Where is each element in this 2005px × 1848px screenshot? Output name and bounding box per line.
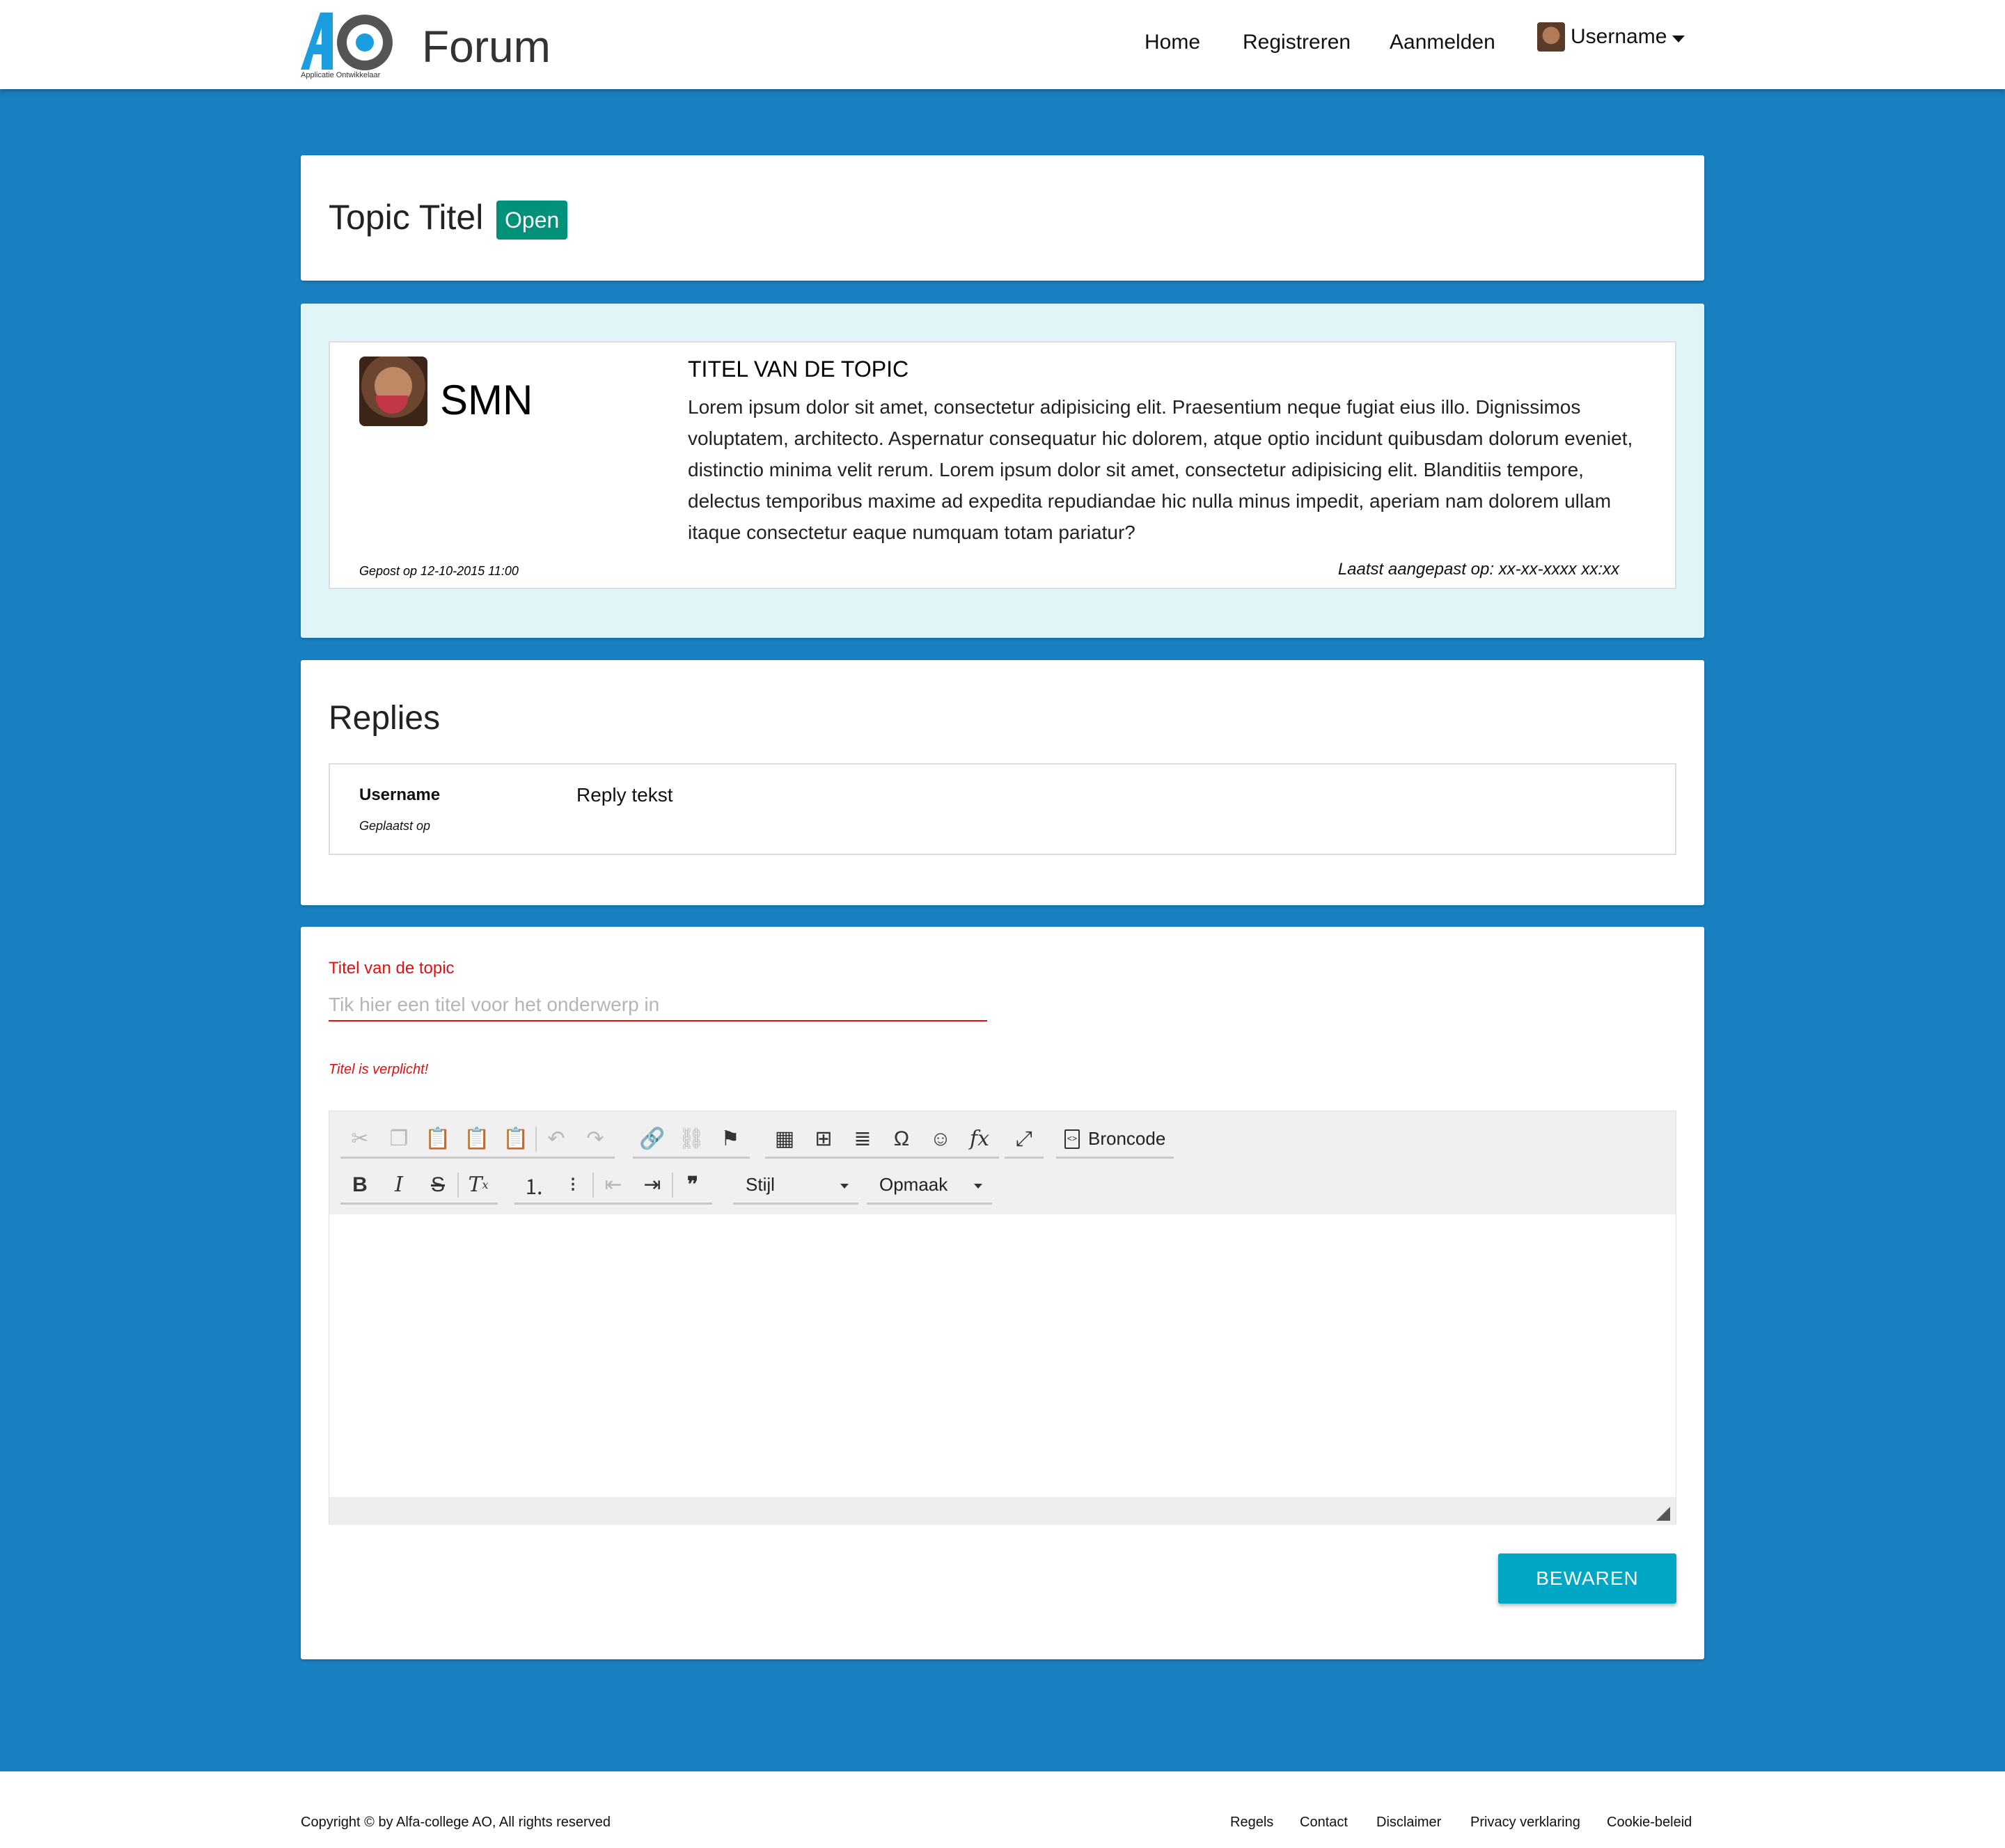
post-body: Lorem ipsum dolor sit amet, consectetur … <box>688 396 1633 543</box>
topic-title-card: Topic Titel Open <box>301 155 1704 281</box>
editor-statusbar <box>329 1497 1676 1525</box>
strike-icon[interactable]: S <box>418 1166 457 1204</box>
bold-icon[interactable]: B <box>340 1166 379 1204</box>
post-edited-date: Laatst aangepast op: xx-xx-xxxx xx:xx <box>1337 560 1619 579</box>
footer-link-disclaimer[interactable]: Disclaimer <box>1376 1815 1441 1831</box>
copyright-text: Copyright © by Alfa-college AO, All righ… <box>301 1815 611 1830</box>
smiley-icon[interactable]: ☺ <box>921 1120 960 1158</box>
editor-toolbar: ✂ ❐ 📋 📋 📋 ↶ ↷ 🔗 ⛓ ⚑ ▦ ⊞ ≣ Ω ☺ fx ⤢ <> Br… <box>329 1111 1676 1214</box>
table-icon[interactable]: ⊞ <box>804 1120 843 1158</box>
copy-icon[interactable]: ❐ <box>379 1120 418 1158</box>
footer-link-cookies[interactable]: Cookie-beleid <box>1607 1815 1692 1831</box>
replies-title: Replies <box>329 700 441 737</box>
source-icon: <> <box>1064 1129 1080 1149</box>
blockquote-icon[interactable]: ❞ <box>673 1166 712 1204</box>
top-navbar: Applicatie Ontwikkelaar Forum Home Regis… <box>0 0 2005 89</box>
user-menu-label: Username <box>1571 25 1667 48</box>
topic-title: Topic Titel <box>329 198 484 237</box>
footer: Copyright © by Alfa-college AO, All righ… <box>0 1771 2005 1848</box>
title-field-label: Titel van de topic <box>329 959 455 978</box>
user-avatar <box>1537 22 1565 52</box>
status-badge: Open <box>496 201 568 240</box>
post-heading: TITEL VAN DE TOPIC <box>688 357 909 382</box>
anchor-icon[interactable]: ⚑ <box>711 1120 750 1158</box>
style-select[interactable]: Stijl <box>733 1167 858 1205</box>
nav-home-link[interactable]: Home <box>1145 31 1200 54</box>
basic-style-group: B I S Tx <box>340 1167 498 1205</box>
post-date: Gepost op 12-10-2015 11:00 <box>359 564 519 578</box>
nav-register-link[interactable]: Registreren <box>1243 31 1351 54</box>
title-input[interactable] <box>329 989 987 1021</box>
link-icon[interactable]: 🔗 <box>633 1120 672 1158</box>
unlink-icon[interactable]: ⛓ <box>672 1120 711 1158</box>
footer-link-rules[interactable]: Regels <box>1230 1815 1273 1831</box>
reply-item: Username Geplaatst op Reply tekst <box>329 763 1676 855</box>
tools-group: ⤢ <box>1005 1121 1044 1159</box>
brand-title[interactable]: Forum <box>422 21 551 72</box>
nav-login-link[interactable]: Aanmelden <box>1390 31 1495 54</box>
chevron-down-icon <box>840 1184 849 1189</box>
save-button[interactable]: BEWAREN <box>1498 1553 1676 1604</box>
source-button[interactable]: <> Broncode <box>1056 1120 1174 1158</box>
redo-icon[interactable]: ↷ <box>576 1120 615 1158</box>
ao-logo[interactable]: Applicatie Ontwikkelaar <box>301 13 398 86</box>
source-group: <> Broncode <box>1056 1121 1174 1159</box>
maximize-icon[interactable]: ⤢ <box>1005 1120 1044 1158</box>
topic-post-card: SMN TITEL VAN DE TOPIC Lorem ipsum dolor… <box>301 304 1704 638</box>
replies-card: Replies Username Geplaatst op Reply teks… <box>301 660 1704 905</box>
special-char-icon[interactable]: Ω <box>882 1120 921 1158</box>
clipboard-group: ✂ ❐ 📋 📋 📋 ↶ ↷ <box>340 1121 615 1159</box>
user-menu-dropdown[interactable]: Username <box>1537 22 1685 52</box>
indent-icon[interactable]: ⇥ <box>633 1166 672 1204</box>
paste-word-icon[interactable]: 📋 <box>496 1120 535 1158</box>
reply-date: Geplaatst op <box>359 819 431 833</box>
numbered-list-icon[interactable]: ⒈ <box>514 1166 553 1204</box>
style-select-label: Stijl <box>746 1174 775 1195</box>
caret-down-icon <box>1672 36 1685 42</box>
footer-link-privacy[interactable]: Privacy verklaring <box>1470 1815 1580 1831</box>
avatar-mouth <box>376 396 408 414</box>
image-icon[interactable]: ▦ <box>765 1120 804 1158</box>
resize-handle-icon[interactable] <box>1656 1507 1670 1521</box>
link-group: 🔗 ⛓ ⚑ <box>633 1121 750 1159</box>
source-button-label: Broncode <box>1088 1128 1166 1149</box>
horizontal-line-icon[interactable]: ≣ <box>843 1120 882 1158</box>
rich-text-editor: ✂ ❐ 📋 📋 📋 ↶ ↷ 🔗 ⛓ ⚑ ▦ ⊞ ≣ Ω ☺ fx ⤢ <> Br… <box>329 1111 1676 1525</box>
author-avatar[interactable] <box>359 357 427 426</box>
logo-subtitle: Applicatie Ontwikkelaar <box>301 71 381 79</box>
paragraph-group: ⒈ ⁝ ⇤ ⇥ ❞ <box>514 1167 712 1205</box>
footer-link-contact[interactable]: Contact <box>1300 1815 1348 1831</box>
reply-username[interactable]: Username <box>359 785 440 805</box>
title-error-message: Titel is verplicht! <box>329 1062 429 1077</box>
format-select-label: Opmaak <box>879 1174 948 1195</box>
undo-icon[interactable]: ↶ <box>537 1120 576 1158</box>
ao-logo-icon <box>301 13 393 70</box>
italic-icon[interactable]: I <box>379 1166 418 1204</box>
chevron-down-icon <box>974 1184 982 1189</box>
outdent-icon[interactable]: ⇤ <box>594 1166 633 1204</box>
reply-text: Reply tekst <box>576 784 673 806</box>
paste-icon[interactable]: 📋 <box>418 1120 457 1158</box>
reply-form-card: Titel van de topic Titel is verplicht! ✂… <box>301 927 1704 1659</box>
cut-icon[interactable]: ✂ <box>340 1120 379 1158</box>
bulleted-list-icon[interactable]: ⁝ <box>553 1166 592 1204</box>
topic-post: SMN TITEL VAN DE TOPIC Lorem ipsum dolor… <box>329 341 1676 589</box>
paste-text-icon[interactable]: 📋 <box>457 1120 496 1158</box>
post-author[interactable]: SMN <box>440 376 533 424</box>
format-select[interactable]: Opmaak <box>867 1167 992 1205</box>
formula-icon[interactable]: fx <box>960 1120 999 1158</box>
insert-group: ▦ ⊞ ≣ Ω ☺ fx <box>765 1121 999 1159</box>
editor-content-area[interactable] <box>329 1214 1676 1497</box>
remove-format-icon[interactable]: Tx <box>459 1166 498 1204</box>
